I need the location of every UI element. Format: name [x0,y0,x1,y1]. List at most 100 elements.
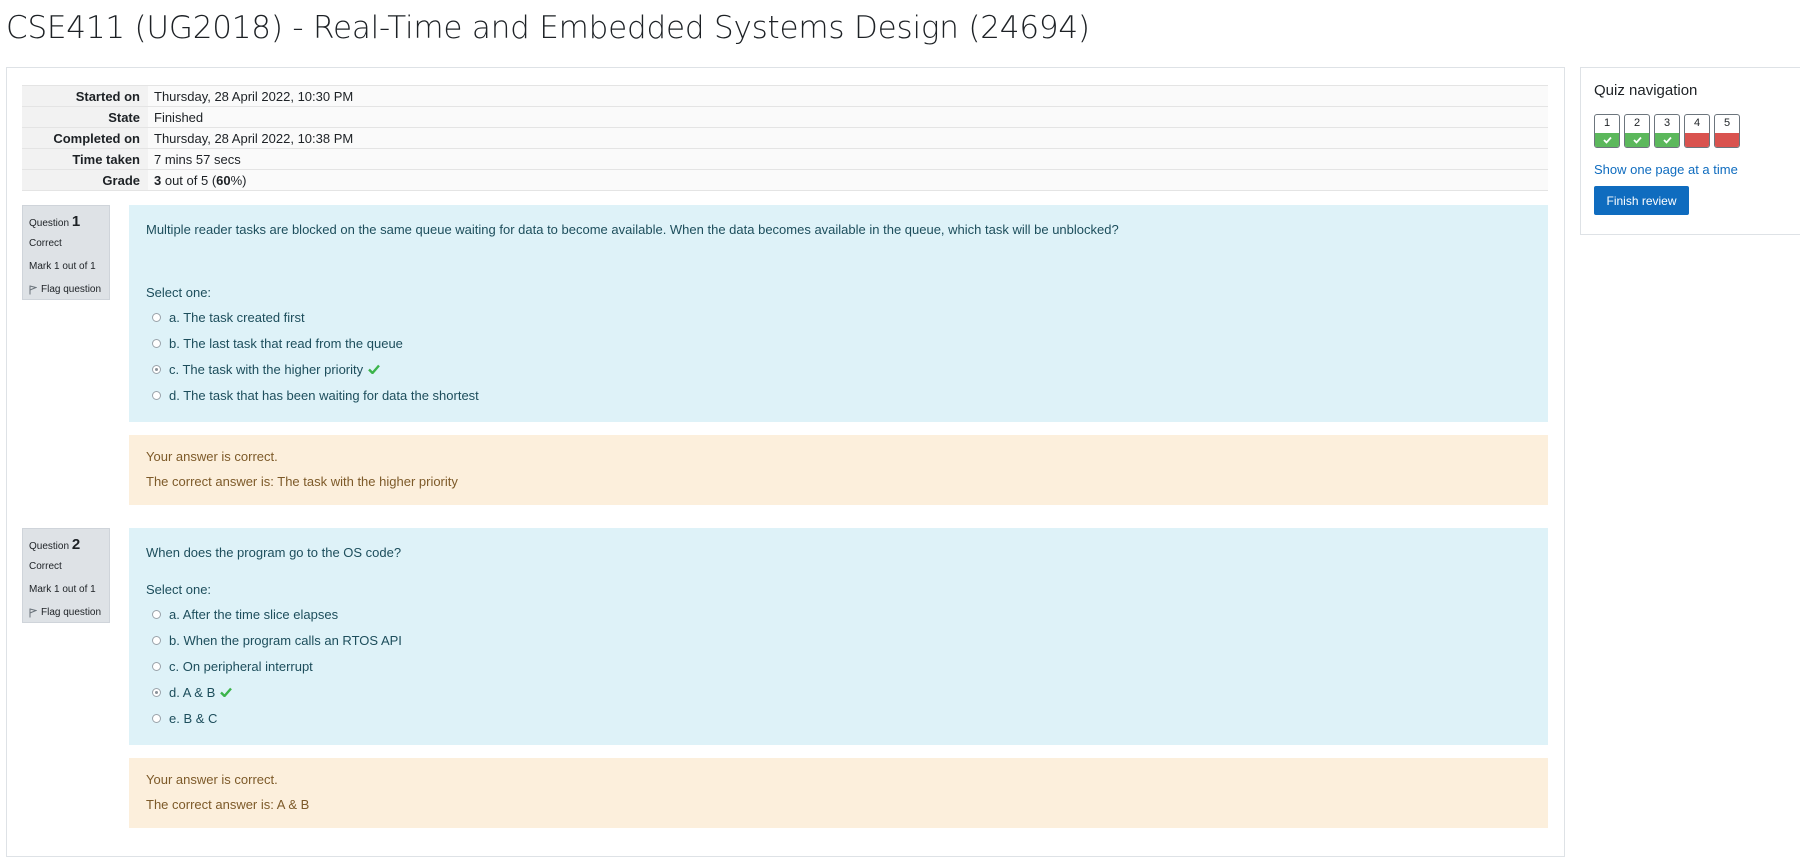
question-mark: Mark 1 out of 1 [29,584,96,595]
radio-button[interactable] [152,609,161,619]
answer-label: b. When the program calls an RTOS API [169,632,402,648]
question-text: Multiple reader tasks are blocked on the… [146,222,1119,237]
answer-option[interactable]: a. After the time slice elapses [146,601,1531,627]
question-info-1: Question 1 Correct Mark 1 out of 1 Flag … [22,205,110,300]
flag-icon [29,608,37,617]
quiz-nav-number: 3 [1663,117,1671,129]
answer-label: b. The last task that read from the queu… [169,335,403,351]
check-icon [1602,136,1612,144]
flag-question-button[interactable]: Flag question [29,284,103,295]
answer-option[interactable]: c. The task with the higher priority [146,356,1531,382]
quiz-nav-button-1[interactable]: 1 [1594,114,1620,148]
summary-label: State [22,106,148,128]
flag-question-label: Flag question [41,607,102,618]
finish-review-button[interactable]: Finish review [1594,186,1689,215]
radio-button[interactable] [152,661,161,671]
answer-option[interactable]: a. The task created first [146,304,1531,330]
question-text: When does the program go to the OS code? [146,545,402,560]
question-formulation-2: When does the program go to the OS code?… [129,528,1548,745]
incorrect-state-indicator [1685,133,1709,147]
question-status: Correct [29,561,62,572]
grade-end: %) [230,172,247,188]
feedback-text: Your answer is correct. [146,772,278,787]
answer-label: e. B & C [169,710,218,726]
answer-list: a. The task created first b. The last ta… [146,304,1531,408]
summary-label: Completed on [22,127,148,149]
summary-row-started: Started on Thursday, 28 April 2022, 10:3… [22,85,1548,107]
answer-label: a. The task created first [169,309,305,325]
quiz-nav-button-3[interactable]: 3 [1654,114,1680,148]
question-label: Question [29,218,70,229]
answer-option[interactable]: d. A & B [146,679,1531,705]
answer-option[interactable]: e. B & C [146,705,1531,731]
question-status: Correct [29,238,62,249]
answer-option[interactable]: c. On peripheral interrupt [146,653,1531,679]
summary-row-completed: Completed on Thursday, 28 April 2022, 10… [22,127,1548,149]
answer-label: d. The task that has been waiting for da… [169,387,479,403]
question-label: Question [29,541,70,552]
quiz-nav-button-4[interactable]: 4 [1684,114,1710,148]
select-one-prompt: Select one: [146,582,212,597]
check-icon [220,687,233,697]
summary-label: Grade [22,169,148,191]
radio-button[interactable] [152,635,161,645]
grade-value: 3 out of 5 (60%) [148,169,1548,191]
question-feedback-1: Your answer is correct. The correct answ… [129,435,1548,505]
answer-label: c. On peripheral interrupt [169,658,313,674]
show-one-page-link[interactable]: Show one page at a time [1594,162,1738,177]
question-number: 2 [71,536,81,553]
quiz-nav-buttons: 1 2 3 4 5 [1594,114,1740,148]
check-icon [1632,136,1642,144]
answer-option[interactable]: b. When the program calls an RTOS API [146,627,1531,653]
question-feedback-2: Your answer is correct. The correct answ… [129,758,1548,828]
flag-question-label: Flag question [41,284,102,295]
answer-label: a. After the time slice elapses [169,606,339,622]
grade-mid: out of 5 ( [161,172,217,188]
quiz-navigation-block: Quiz navigation 1 2 3 4 5 Show one page … [1580,67,1800,235]
quiz-nav-number: 2 [1633,117,1641,129]
question-info-2: Question 2 Correct Mark 1 out of 1 Flag … [22,528,110,623]
quiz-nav-number: 1 [1603,117,1611,129]
right-answer-text: The correct answer is: A & B [146,797,310,812]
radio-button[interactable] [152,713,161,723]
quiz-navigation-title: Quiz navigation [1594,82,1698,99]
quiz-nav-button-2[interactable]: 2 [1624,114,1650,148]
quiz-nav-number: 4 [1693,117,1701,129]
answer-list: a. After the time slice elapses b. When … [146,601,1531,731]
answer-option[interactable]: b. The last task that read from the queu… [146,330,1531,356]
flag-question-button[interactable]: Flag question [29,607,103,618]
feedback-text: Your answer is correct. [146,449,278,464]
question-formulation-1: Multiple reader tasks are blocked on the… [129,205,1548,422]
correct-state-indicator [1655,133,1679,147]
page-title: CSE411 (UG2018) - Real-Time and Embedded… [6,10,1090,46]
radio-button[interactable] [152,312,161,322]
summary-value: Finished [148,106,1548,128]
correct-state-indicator [1625,133,1649,147]
summary-label: Started on [22,85,148,107]
answer-option[interactable]: d. The task that has been waiting for da… [146,382,1531,408]
select-one-prompt: Select one: [146,285,212,300]
attempt-summary-table: Started on Thursday, 28 April 2022, 10:3… [22,85,1548,191]
quiz-nav-number: 5 [1723,117,1731,129]
question-mark: Mark 1 out of 1 [29,261,96,272]
check-icon [368,364,381,374]
incorrect-state-indicator [1715,133,1739,147]
radio-button[interactable] [152,338,161,348]
quiz-nav-button-5[interactable]: 5 [1714,114,1740,148]
radio-button-checked[interactable] [152,364,161,374]
correct-state-indicator [1595,133,1619,147]
question-number: 1 [71,213,81,230]
summary-value: Thursday, 28 April 2022, 10:30 PM [148,85,1548,107]
grade-percent: 60 [216,172,231,188]
answer-label: c. The task with the higher priority [169,361,364,377]
right-answer-text: The correct answer is: The task with the… [146,474,458,489]
summary-value: 7 mins 57 secs [148,148,1548,170]
summary-value: Thursday, 28 April 2022, 10:38 PM [148,127,1548,149]
summary-row-grade: Grade 3 out of 5 (60%) [22,169,1548,191]
radio-button-checked[interactable] [152,687,161,697]
radio-button[interactable] [152,390,161,400]
summary-row-time: Time taken 7 mins 57 secs [22,148,1548,170]
flag-icon [29,285,37,294]
check-icon [1662,136,1672,144]
summary-row-state: State Finished [22,106,1548,128]
